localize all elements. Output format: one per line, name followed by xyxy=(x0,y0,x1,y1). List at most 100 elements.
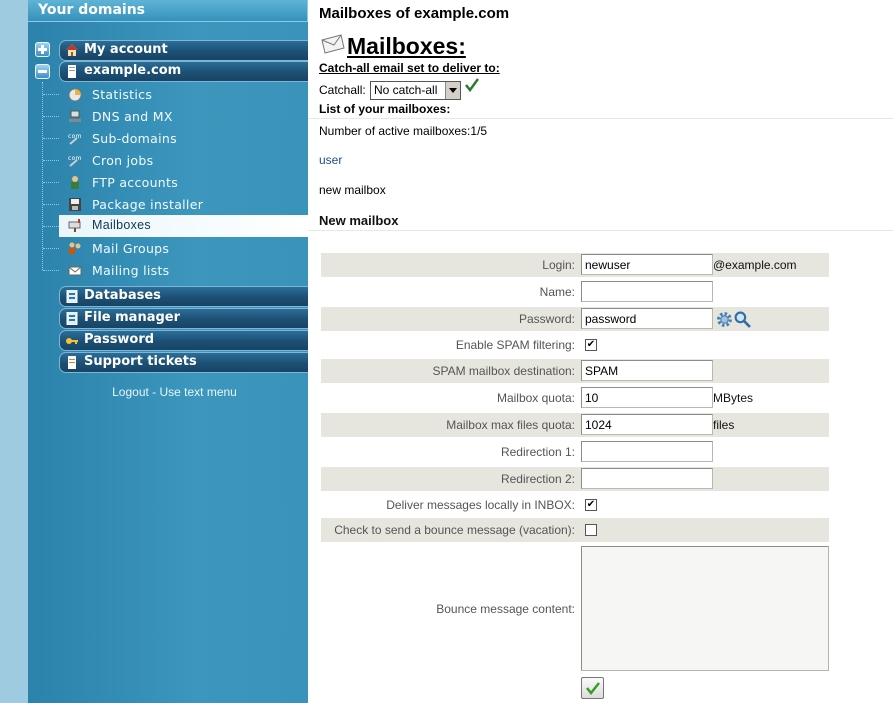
divider xyxy=(308,230,893,231)
spam-filter-label: Enable SPAM filtering: xyxy=(455,338,575,352)
new-mailbox-link[interactable]: new mailbox xyxy=(319,183,386,197)
network-icon xyxy=(69,110,81,122)
redirection-2-label: Redirection 2: xyxy=(500,472,575,486)
mailbox-icon xyxy=(68,219,81,232)
checkmark-icon[interactable] xyxy=(465,78,479,92)
vacation-label: Check to send a bounce message (vacation… xyxy=(334,523,575,537)
submit-button[interactable] xyxy=(581,677,604,699)
quota-row: Mailbox quota: 10 MBytes xyxy=(321,386,829,410)
vacation-checkbox[interactable] xyxy=(585,524,597,536)
nav-domain[interactable]: example.com xyxy=(59,61,308,82)
bounce-message-label: Bounce message content: xyxy=(436,602,575,616)
login-label: Login: xyxy=(542,258,575,272)
tree-branch xyxy=(43,204,59,205)
nav-my-account[interactable]: My account xyxy=(59,40,308,61)
mailbox-link-user[interactable]: user xyxy=(319,153,342,167)
gear-icon[interactable] xyxy=(716,311,733,328)
sidebar-item-mailing-lists[interactable]: Mailing lists xyxy=(59,260,308,282)
quota-unit: MBytes xyxy=(713,391,754,405)
redirection-1-label: Redirection 1: xyxy=(500,445,575,459)
left-strip xyxy=(0,0,28,703)
redirection-2-input[interactable] xyxy=(581,468,713,489)
nav-support-tickets[interactable]: Support tickets xyxy=(59,352,308,373)
quota-label: Mailbox quota: xyxy=(496,391,575,405)
name-row: Name: xyxy=(321,280,829,304)
sidebar-item-mail-groups[interactable]: Mail Groups xyxy=(59,238,308,260)
catchall-select-value: No catch-all xyxy=(374,83,438,97)
name-input[interactable] xyxy=(581,281,713,302)
sidebar-item-statistics[interactable]: Statistics xyxy=(59,84,308,106)
sidebar-item-subdomains[interactable]: com Sub-domains xyxy=(59,128,308,150)
home-icon xyxy=(66,44,78,56)
pie-chart-icon xyxy=(68,88,82,101)
nav-domain-label: example.com xyxy=(84,63,182,78)
page-title: Mailboxes: xyxy=(347,33,466,59)
spam-destination-label: SPAM mailbox destination: xyxy=(432,364,575,378)
new-mailbox-heading: New mailbox xyxy=(319,213,399,228)
catchall-heading: Catch-all email set to deliver to: xyxy=(319,61,500,75)
active-mailbox-count: Number of active mailboxes:1/5 xyxy=(319,124,488,138)
sidebar-title: Your domains xyxy=(28,0,308,22)
login-input[interactable]: newuser xyxy=(581,254,713,275)
password-input[interactable]: password xyxy=(581,308,713,329)
tree-branch xyxy=(43,270,59,271)
tree-branch xyxy=(43,116,59,117)
sidebar-item-mailboxes[interactable]: Mailboxes xyxy=(59,215,308,237)
sidebar-item-label: FTP accounts xyxy=(92,175,179,190)
nav-password-label: Password xyxy=(84,332,155,347)
max-files-row: Mailbox max files quota: 1024 files xyxy=(321,413,829,437)
database-icon xyxy=(66,290,78,303)
deliver-locally-label: Deliver messages locally in INBOX: xyxy=(386,498,575,512)
chevron-down-icon[interactable] xyxy=(445,82,460,99)
name-label: Name: xyxy=(539,285,575,299)
nav-databases-label: Databases xyxy=(84,288,161,303)
tree-branch xyxy=(43,94,59,95)
deliver-locally-checkbox[interactable]: ✔ xyxy=(585,499,597,511)
sidebar-item-ftp[interactable]: FTP accounts xyxy=(59,172,308,194)
redirection-1-row: Redirection 1: xyxy=(321,440,829,464)
sidebar-item-dns[interactable]: DNS and MX xyxy=(59,106,308,128)
tree-branch xyxy=(43,226,59,227)
max-files-unit: files xyxy=(713,418,735,432)
catchall-select[interactable]: No catch-all xyxy=(370,81,461,100)
password-label: Password: xyxy=(518,312,575,326)
tree-branch xyxy=(43,138,59,139)
logout-link[interactable]: Logout - Use text menu xyxy=(28,385,321,399)
bounce-message-textarea[interactable] xyxy=(581,546,829,671)
login-row: Login: newuser @example.com xyxy=(321,253,829,277)
tree-branch xyxy=(43,182,59,183)
nav-password[interactable]: Password xyxy=(59,330,308,351)
divider xyxy=(308,118,893,119)
vacation-row: Check to send a bounce message (vacation… xyxy=(321,518,829,542)
deliver-locally-row: Deliver messages locally in INBOX: ✔ xyxy=(321,493,829,517)
com-icon: com xyxy=(68,133,81,145)
redirection-1-input[interactable] xyxy=(581,441,713,462)
login-domain-suffix: @example.com xyxy=(713,258,797,272)
spam-filter-row: Enable SPAM filtering: ✔ xyxy=(321,333,829,357)
tree-line xyxy=(42,82,43,270)
sidebar-item-label: Mail Groups xyxy=(92,241,170,256)
sidebar-item-label: Mailing lists xyxy=(92,263,170,278)
sidebar-item-package-installer[interactable]: Package installer xyxy=(59,194,308,216)
nav-my-account-label: My account xyxy=(84,42,168,57)
spam-filter-checkbox[interactable]: ✔ xyxy=(585,339,597,351)
nav-file-manager-label: File manager xyxy=(84,310,181,325)
spam-destination-row: SPAM mailbox destination: SPAM xyxy=(321,359,829,383)
expand-my-account-icon[interactable] xyxy=(35,42,50,57)
sidebar-item-cron-jobs[interactable]: com Cron jobs xyxy=(59,150,308,172)
collapse-domain-icon[interactable] xyxy=(35,64,50,79)
sidebar-item-label: Statistics xyxy=(92,87,153,102)
floppy-icon xyxy=(69,198,81,211)
nav-support-tickets-label: Support tickets xyxy=(84,354,197,369)
nav-file-manager[interactable]: File manager xyxy=(59,308,308,329)
magnifier-icon[interactable] xyxy=(734,311,751,328)
quota-input[interactable]: 10 xyxy=(581,387,713,408)
page-heading: Mailboxes of example.com xyxy=(319,5,510,22)
spam-destination-input[interactable]: SPAM xyxy=(581,360,713,381)
max-files-input[interactable]: 1024 xyxy=(581,414,713,435)
password-row: Password: password xyxy=(321,307,829,331)
nav-databases[interactable]: Databases xyxy=(59,286,308,307)
sidebar-item-label: Cron jobs xyxy=(92,153,154,168)
main-content: Mailboxes of example.com Mailboxes: Catc… xyxy=(308,0,893,703)
database-icon xyxy=(66,312,78,325)
